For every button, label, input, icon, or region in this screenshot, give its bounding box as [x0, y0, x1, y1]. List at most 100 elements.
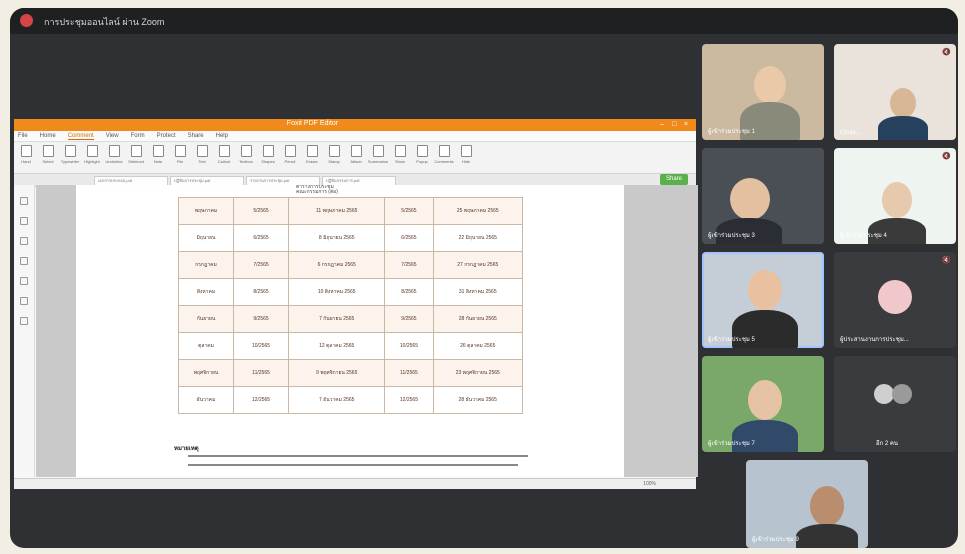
- tool-icon: [416, 145, 428, 157]
- participant-tile-9[interactable]: ผู้เข้าร่วมประชุม 9: [746, 460, 868, 548]
- maximize-icon[interactable]: □: [672, 121, 680, 128]
- table-row: ตุลาคม 10/2565 12 ตุลาคม 2565 10/2565 26 ตุล…: [177, 332, 524, 360]
- ribbon-label: Stamp: [328, 159, 340, 164]
- ribbon-button[interactable]: Textbox: [238, 145, 254, 170]
- ribbon-button[interactable]: Popup: [414, 145, 430, 170]
- table-cell: 25 พฤษภาคม 2565: [432, 197, 524, 225]
- tool-icon: [306, 145, 318, 157]
- participant-name: ผู้เข้าร่วมประชุม 4: [840, 233, 887, 239]
- table-cell: 28 ธันวาคม 2565: [432, 386, 524, 414]
- participant-name: ผู้เข้าร่วมประชุม 7: [708, 441, 755, 447]
- ribbon-button[interactable]: Callout: [216, 145, 232, 170]
- ribbon-button[interactable]: Show: [392, 145, 408, 170]
- tool-icon: [438, 145, 450, 157]
- menu-item[interactable]: Form: [131, 133, 145, 139]
- table-cell: พฤษภาคม: [177, 197, 235, 225]
- ribbon-button[interactable]: Note: [150, 145, 166, 170]
- record-icon[interactable]: [20, 14, 33, 27]
- ribbon-label: Eraser: [306, 159, 318, 164]
- tool-icon: [394, 145, 406, 157]
- ribbon-label: Summarize: [367, 159, 389, 164]
- ribbon-button[interactable]: Hand: [18, 145, 34, 170]
- tool-icon: [262, 145, 274, 157]
- meeting-schedule-table: พฤษภาคม 5/2565 11 พฤษภาคม 2565 5/2565 25 พฤษ…: [177, 197, 524, 414]
- table-cell: 6 กรกฎาคม 2565: [288, 251, 386, 279]
- table-row: พฤษภาคม 5/2565 11 พฤษภาคม 2565 5/2565 25 พฤษ…: [177, 197, 524, 225]
- app-window-title: Foxit PDF Editor: [286, 120, 339, 127]
- table-cell: 12/2565: [384, 386, 434, 414]
- menu-item[interactable]: Comment: [67, 133, 94, 140]
- ribbon-label: Strikeout: [128, 159, 144, 164]
- ribbon-button[interactable]: Stamp: [326, 145, 342, 170]
- menu-item[interactable]: Protect: [157, 133, 176, 139]
- mic-muted-icon: 🔇: [942, 49, 951, 56]
- ribbon-button[interactable]: Pencil: [282, 145, 298, 170]
- participant-tile-4[interactable]: 🔇 ผู้เข้าร่วมประชุม 4: [834, 148, 956, 244]
- search-icon[interactable]: [20, 317, 28, 325]
- attachment-icon[interactable]: [20, 277, 28, 285]
- participant-tile-7[interactable]: ผู้เข้าร่วมประชุม 7: [702, 356, 824, 452]
- ribbon-button[interactable]: Underline: [105, 145, 123, 170]
- share-button[interactable]: Share: [659, 174, 688, 185]
- ribbon-toolbar: Hand Select Typewriter Highlight Underline St…: [14, 142, 696, 174]
- ribbon-button[interactable]: Summarize: [367, 145, 389, 170]
- participant-tile-2[interactable]: 🔇 Chula...: [834, 44, 956, 140]
- doc-header-line2: คณะกรรมการ (ต่อ): [296, 189, 338, 195]
- table-row: มิถุนายน 6/2565 8 มิถุนายน 2565 6/2565 22 มิ…: [177, 224, 524, 252]
- participant-tile-more[interactable]: อีก 2 คน: [834, 356, 956, 452]
- participant-tile-3[interactable]: ผู้เข้าร่วมประชุม 3: [702, 148, 824, 244]
- tool-icon: [174, 145, 186, 157]
- ribbon-button[interactable]: Shapes: [260, 145, 276, 170]
- meeting-topbar: การประชุมออนไลน์ ผ่าน Zoom: [10, 8, 958, 34]
- menu-item[interactable]: Home: [40, 133, 56, 139]
- table-cell: 31 สิงหาคม 2565: [432, 278, 524, 306]
- layers-icon[interactable]: [20, 237, 28, 245]
- tool-icon: [196, 145, 208, 157]
- participant-tile-1[interactable]: ผู้เข้าร่วมประชุม 1: [702, 44, 824, 140]
- page-thumbnail-icon[interactable]: [20, 217, 28, 225]
- table-cell: 5/2565: [233, 197, 290, 225]
- tool-icon: [350, 145, 362, 157]
- participant-tile-5[interactable]: ผู้เข้าร่วมประชุม 5: [702, 252, 824, 348]
- minimize-icon[interactable]: –: [660, 121, 668, 128]
- ribbon-button[interactable]: Highlight: [84, 145, 100, 170]
- ribbon-label: Textbox: [239, 159, 253, 164]
- ribbon-button[interactable]: Typewriter: [60, 145, 80, 170]
- participant-tile-6[interactable]: 🔇 ผู้ประสานงานการประชุม...: [834, 252, 956, 348]
- zoom-level[interactable]: 100%: [643, 481, 656, 487]
- menu-item[interactable]: Share: [188, 133, 204, 139]
- table-row: กรกฎาคม 7/2565 6 กรกฎาคม 2565 7/2565 27 กรกฎ…: [177, 251, 524, 279]
- signature-icon[interactable]: [20, 297, 28, 305]
- participant-name: ผู้เข้าร่วมประชุม 9: [752, 537, 799, 543]
- menu-item[interactable]: View: [106, 133, 119, 139]
- ribbon-button[interactable]: Eraser: [304, 145, 320, 170]
- ribbon-button[interactable]: Comments: [434, 145, 454, 170]
- table-cell: 8/2565: [384, 278, 434, 306]
- table-cell: 10 สิงหาคม 2565: [288, 278, 386, 306]
- tool-icon: [108, 145, 120, 157]
- comment-list-icon[interactable]: [20, 257, 28, 265]
- ribbon-button[interactable]: Select: [40, 145, 56, 170]
- ribbon-button[interactable]: Attach: [348, 145, 364, 170]
- table-cell: 11/2565: [233, 359, 290, 387]
- ribbon-button[interactable]: Hide: [458, 145, 474, 170]
- ribbon-button[interactable]: File: [172, 145, 188, 170]
- table-row: สิงหาคม 8/2565 10 สิงหาคม 2565 8/2565 31 สิง…: [177, 278, 524, 306]
- table-cell: 7 กันยายน 2565: [288, 305, 386, 333]
- document-viewport[interactable]: ตารางการประชุม คณะกรรมการ (ต่อ) พฤษภาคม 5…: [36, 185, 698, 477]
- bookmark-icon[interactable]: [20, 197, 28, 205]
- ribbon-label: Hand: [21, 159, 31, 164]
- ribbon-button[interactable]: Text: [194, 145, 210, 170]
- ribbon-button[interactable]: Strikeout: [128, 145, 144, 170]
- menu-item[interactable]: Help: [216, 133, 228, 139]
- close-icon[interactable]: ×: [684, 121, 692, 128]
- tool-icon: [328, 145, 340, 157]
- table-cell: 12 ตุลาคม 2565: [288, 332, 386, 360]
- ribbon-label: Typewriter: [60, 159, 80, 164]
- app-titlebar: Foxit PDF Editor – □ ×: [14, 119, 696, 131]
- participant-name: ผู้เข้าร่วมประชุม 1: [708, 129, 755, 135]
- table-cell: 7/2565: [233, 251, 290, 279]
- tool-icon: [42, 145, 54, 157]
- tool-icon: [460, 145, 472, 157]
- menu-item[interactable]: File: [18, 133, 28, 139]
